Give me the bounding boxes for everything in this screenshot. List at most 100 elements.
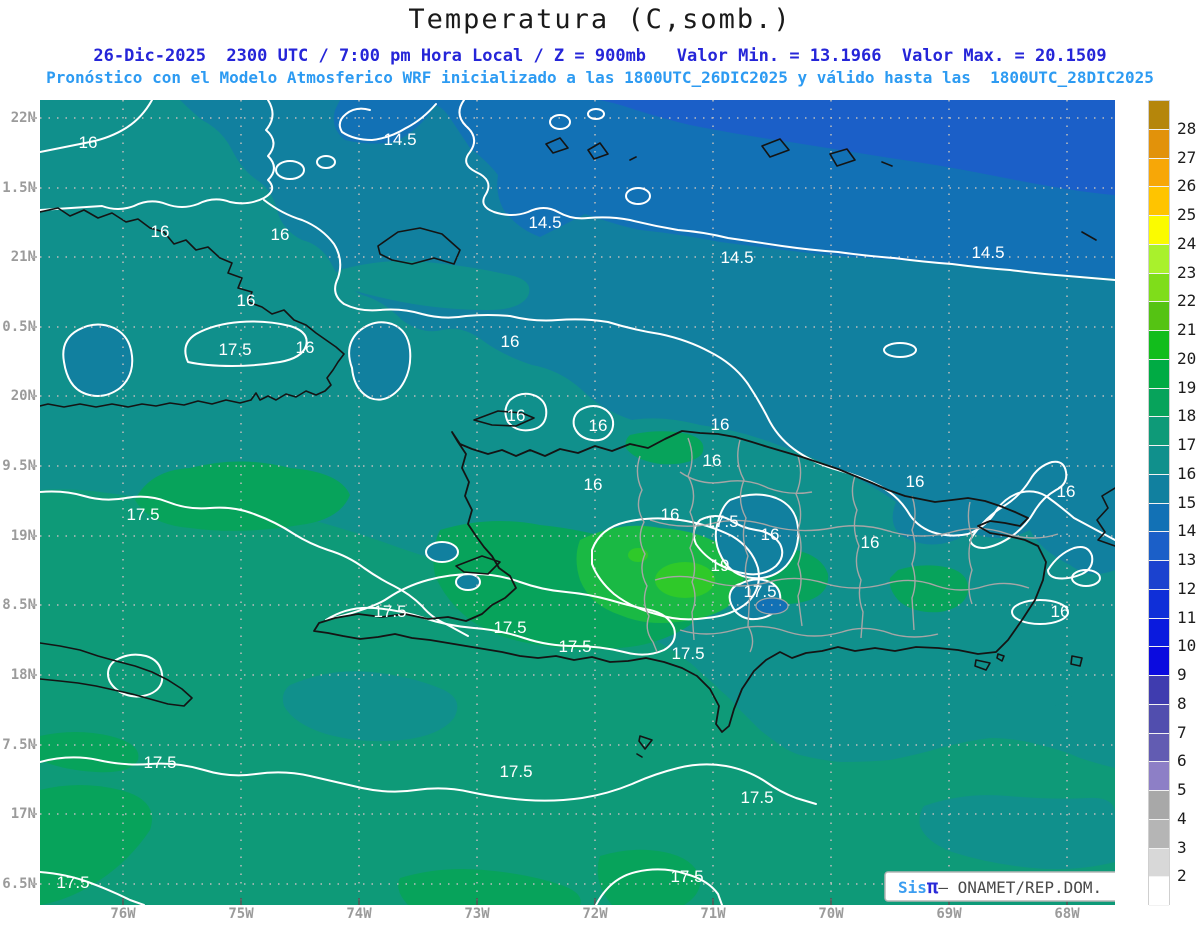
contour-label-16: 16 [661, 505, 680, 524]
lon-label: 72W [582, 906, 608, 922]
colorbar-label: 24 [1177, 233, 1197, 253]
lat-tick [31, 187, 37, 189]
contour-label-14.5: 14.5 [720, 248, 753, 267]
colorbar-label: 11 [1177, 607, 1197, 627]
contour-label-17.5: 17.5 [671, 644, 704, 663]
colorbar-label: 18 [1177, 406, 1197, 426]
colorbar-segment [1149, 676, 1169, 705]
lon-label: 74W [346, 906, 372, 922]
contour-label-16: 16 [861, 533, 880, 552]
valid-time-line: 26-Dic-2025 2300 UTC / 7:00 pm Hora Loca… [93, 46, 1107, 66]
colorbar-label: 9 [1177, 665, 1187, 684]
colorbar-segment [1149, 733, 1169, 763]
contour-label-16: 16 [296, 338, 315, 357]
weather-map-page: Temperatura (C,somb.) 26-Dic-2025 2300 U… [0, 0, 1200, 927]
colorbar-label: 7 [1177, 722, 1187, 742]
colorbar-label: 10 [1177, 636, 1197, 656]
contour-label-16: 16 [79, 133, 98, 152]
contour-label-16: 16 [589, 416, 608, 435]
contour-label-16: 16 [271, 225, 290, 244]
lon-label: 70W [818, 906, 844, 922]
colorbar-label: 22 [1177, 291, 1197, 311]
contour-label-19: 19 [711, 556, 730, 575]
contour-label-16: 16 [151, 222, 170, 241]
contour-label-17.5: 17.5 [56, 873, 89, 892]
contour-label-17.5: 17.5 [218, 340, 251, 359]
lat-tick [31, 465, 37, 467]
colorbar-segment [1149, 244, 1169, 274]
contour-label-16: 16 [761, 525, 780, 544]
colorbar-segment [1149, 474, 1169, 504]
colorbar-segment [1149, 129, 1169, 159]
colorbar-label: 6 [1177, 751, 1187, 771]
contour-label-17.5: 17.5 [705, 512, 738, 531]
colorbar-segment [1149, 704, 1169, 734]
svg-text:Sisπ– ONAMET/REP.DOM.: Sisπ– ONAMET/REP.DOM. [898, 876, 1102, 898]
colorbar-segment [1149, 532, 1169, 561]
colorbar-segment [1149, 359, 1169, 389]
colorbar-segment [1149, 791, 1169, 820]
colorbar-segment [1149, 331, 1169, 360]
contour-label-16: 16 [507, 406, 526, 425]
lat-tick [31, 256, 37, 258]
colorbar-segment [1149, 503, 1169, 533]
colorbar-segment [1149, 158, 1169, 188]
colorbar-segment [1149, 417, 1169, 446]
contour-label-17.5: 17.5 [558, 637, 591, 656]
colorbar-segment [1149, 848, 1169, 878]
lon-label: 75W [228, 906, 254, 922]
lon-label: 73W [464, 906, 490, 922]
colorbar-label: 14 [1177, 521, 1197, 541]
colorbar-label: 16 [1177, 463, 1197, 483]
lon-label: 71W [700, 906, 726, 922]
contour-label-17.5: 17.5 [499, 762, 532, 781]
contour-label-17.5: 17.5 [743, 582, 776, 601]
colorbar-label: 2 [1177, 866, 1187, 886]
colorbar-label: 20 [1177, 348, 1197, 368]
contour-label-16: 16 [711, 415, 730, 434]
lat-tick [31, 535, 37, 537]
colorbar-segment [1149, 589, 1169, 619]
lat-tick [31, 395, 37, 397]
colorbar-label: 27 [1177, 147, 1197, 167]
colorbar-segment [1149, 273, 1169, 303]
contour-label-17.5: 17.5 [126, 505, 159, 524]
colorbar-segment [1149, 561, 1169, 590]
contour-label-16: 16 [703, 451, 722, 470]
colorbar-label: 3 [1177, 837, 1187, 857]
contour-label-17.5: 17.5 [143, 753, 176, 772]
contour-label-17.5: 17.5 [373, 602, 406, 621]
colorbar-label: 28 [1177, 118, 1197, 138]
model-init-line: Pronóstico con el Modelo Atmosferico WRF… [46, 68, 1154, 87]
colorbar-segment [1149, 101, 1169, 130]
colorbar-label: 8 [1177, 693, 1187, 713]
colorbar-label: 5 [1177, 780, 1187, 799]
logo-pi: π [927, 876, 939, 898]
contour-label-14.5: 14.5 [383, 130, 416, 149]
colorbar-label: 23 [1177, 262, 1197, 282]
colorbar-label: 12 [1177, 578, 1197, 598]
colorbar-label: 4 [1177, 808, 1187, 828]
colorbar-segment [1149, 446, 1169, 475]
colorbar-segment [1149, 819, 1169, 849]
contour-label-17.5: 17.5 [670, 867, 703, 886]
lat-tick [31, 883, 37, 885]
colorbar-label: 17 [1177, 435, 1197, 454]
lat-tick [31, 674, 37, 676]
colorbar-segment [1149, 388, 1169, 418]
contour-label-16: 16 [1057, 482, 1076, 501]
lat-tick [31, 117, 37, 119]
contour-label-16: 16 [906, 472, 925, 491]
colorbar-segment [1149, 302, 1169, 331]
colorbar-segment [1149, 618, 1169, 648]
contour-label-16: 16 [237, 291, 256, 310]
logo-sis: Sis [898, 878, 927, 897]
colorbar-label: 25 [1177, 205, 1197, 224]
temperature-shading [40, 100, 1115, 905]
credit-logo: Sisπ– ONAMET/REP.DOM. [884, 871, 1115, 902]
logo-org: – ONAMET/REP.DOM. [938, 878, 1102, 897]
colorbar-segment [1149, 877, 1169, 906]
lat-tick [31, 604, 37, 606]
colorbar-segment [1149, 647, 1169, 676]
lon-label: 69W [936, 906, 962, 922]
